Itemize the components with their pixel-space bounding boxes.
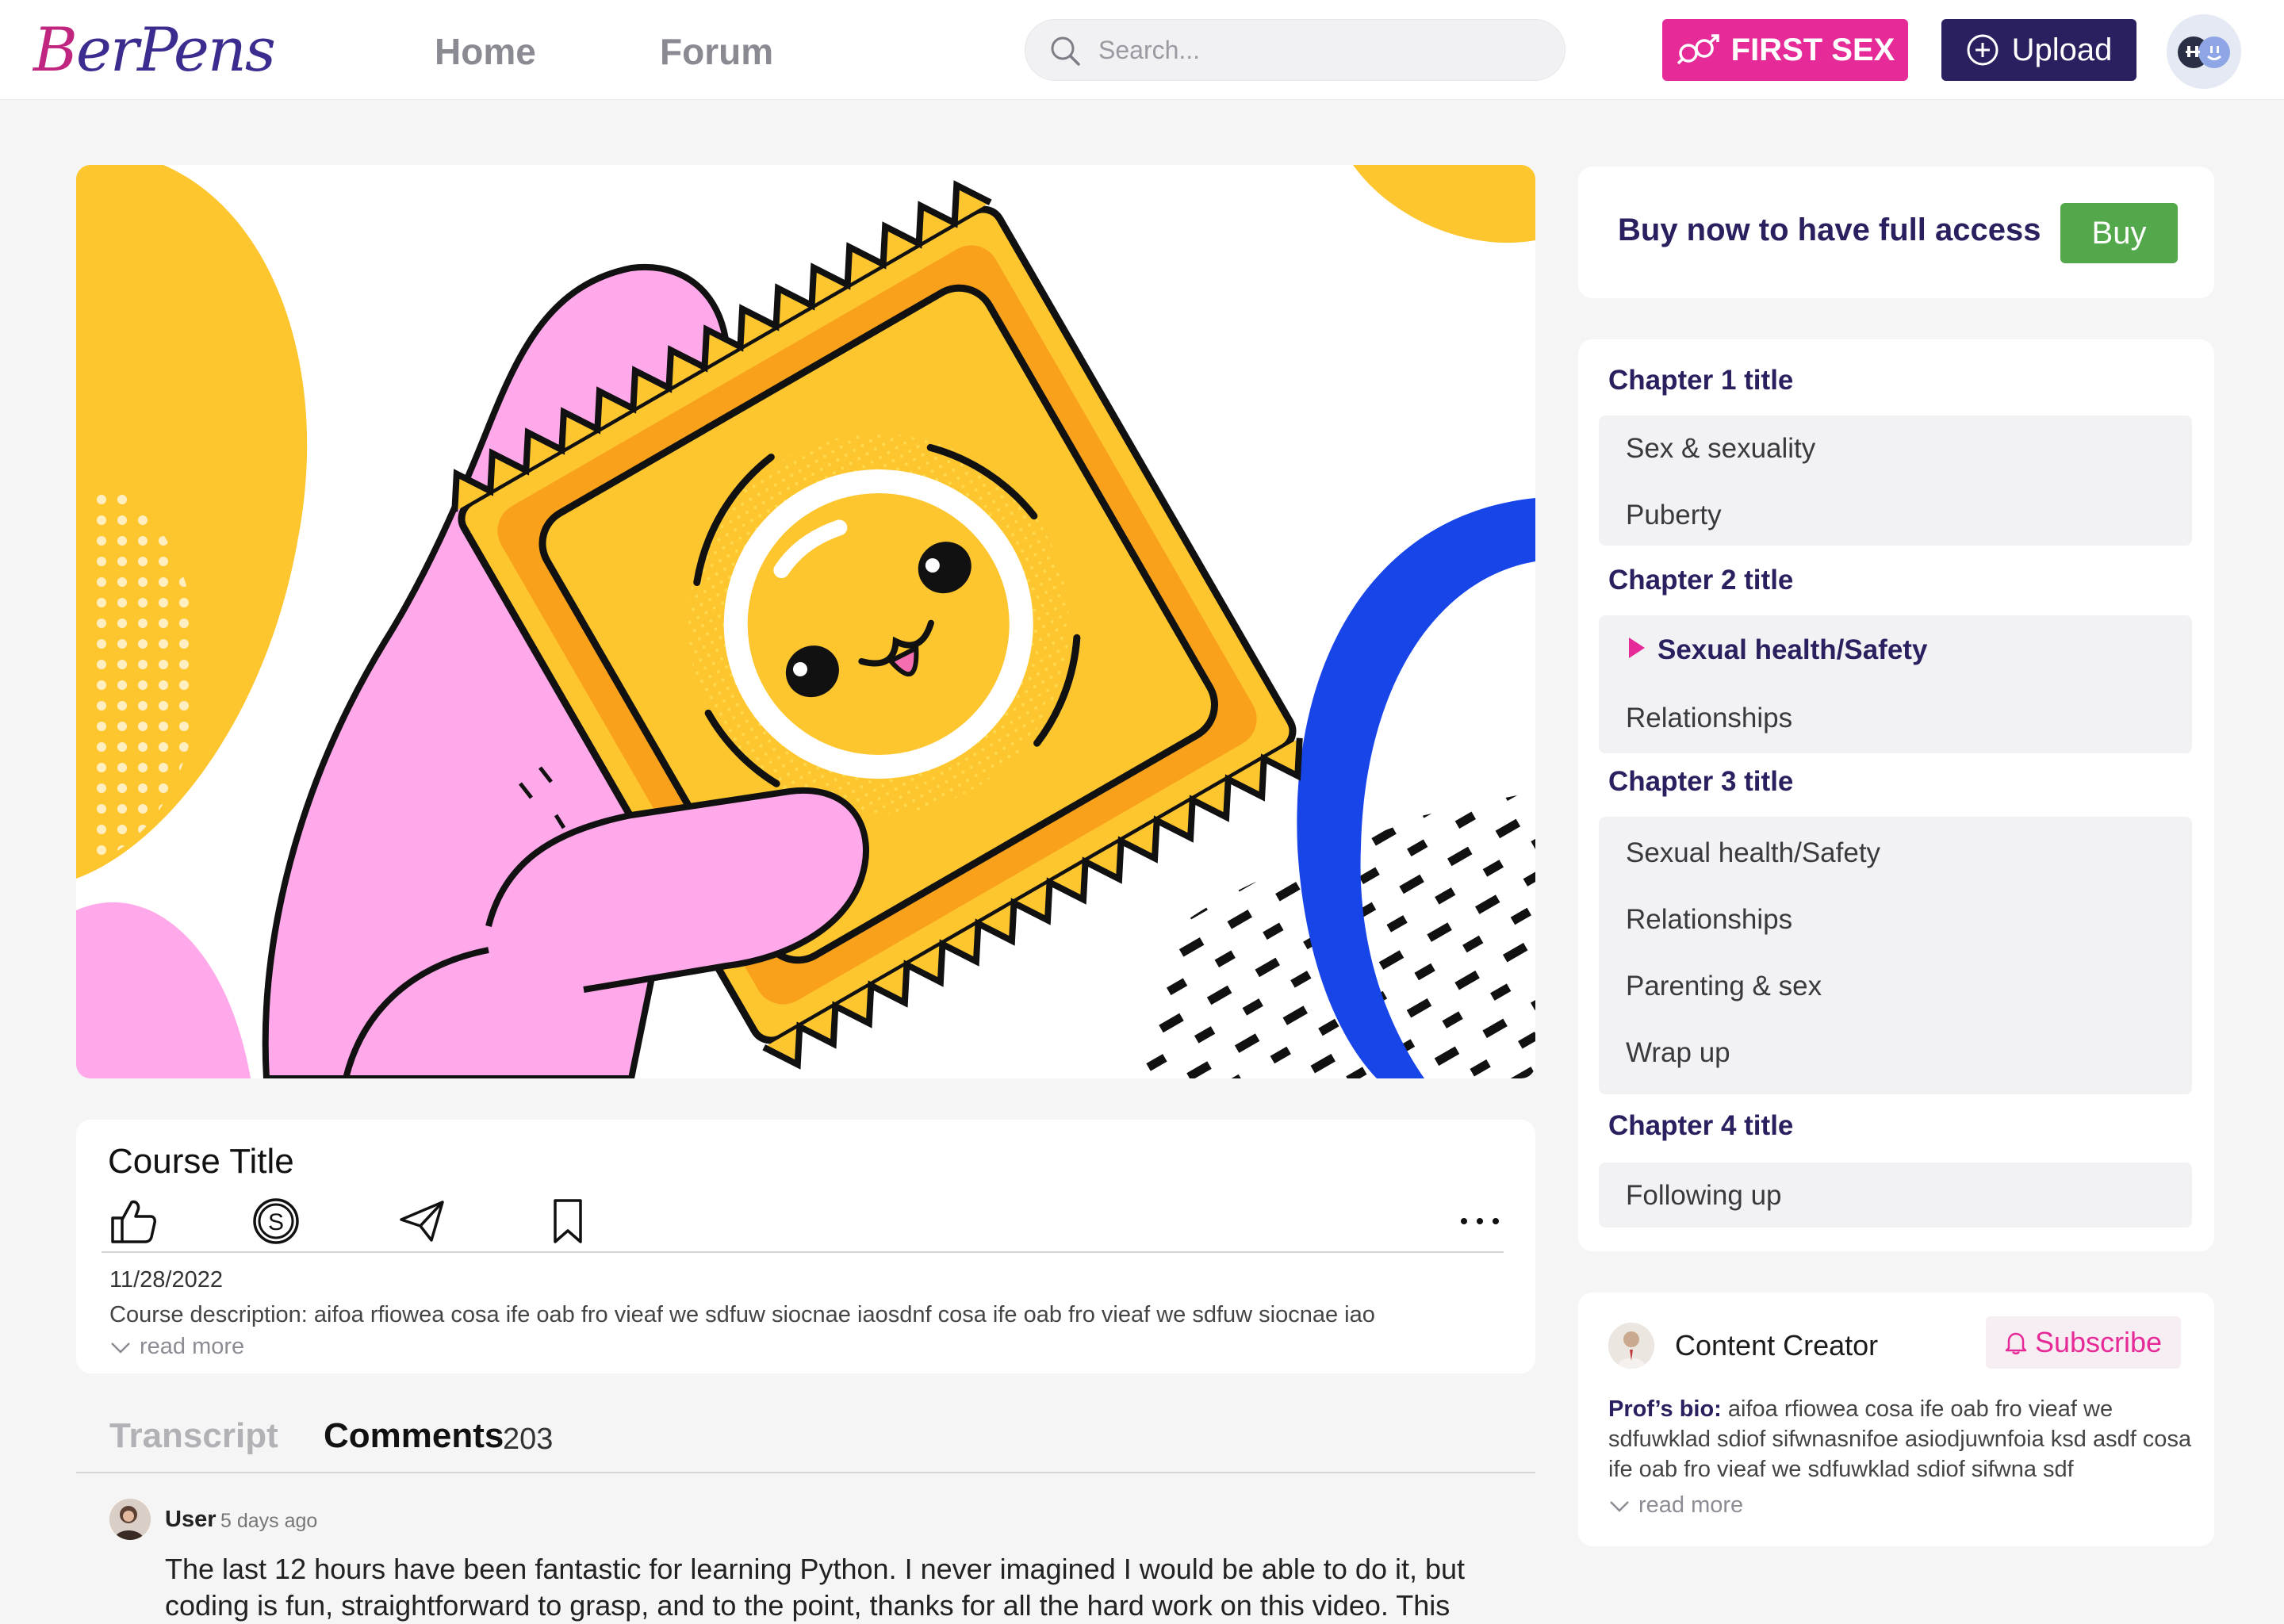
comment-text: The last 12 hours have been fantastic fo… bbox=[165, 1553, 1466, 1622]
course-info-card: Course Title S 11/28/2022 Course descrip… bbox=[76, 1120, 1535, 1373]
divider bbox=[102, 1251, 1504, 1253]
first-sex-label: FIRST SEX bbox=[1730, 32, 1895, 67]
nav-home-link[interactable]: Home bbox=[435, 30, 536, 73]
lesson-item[interactable]: Parenting & sex bbox=[1626, 971, 1822, 1002]
bio-read-more-link[interactable]: read more bbox=[1608, 1492, 1743, 1519]
bell-icon bbox=[2005, 1332, 2027, 1354]
chevron-down-icon bbox=[1610, 1500, 1629, 1512]
play-icon bbox=[1629, 638, 1645, 658]
condom-mascot-illustration bbox=[76, 165, 1535, 1078]
lesson-item[interactable]: Following up bbox=[1626, 1180, 1782, 1212]
content-creator-card: Content Creator Subscribe Prof’s bio: ai… bbox=[1578, 1293, 2214, 1546]
lesson-item[interactable]: Relationships bbox=[1626, 703, 1792, 734]
buy-access-card: Buy now to have full access Buy bbox=[1578, 167, 2214, 298]
coin-icon[interactable]: S bbox=[251, 1196, 301, 1247]
chevron-down-icon bbox=[111, 1342, 130, 1354]
lesson-item[interactable]: Sexual health/Safety bbox=[1626, 837, 1880, 869]
search-bar[interactable] bbox=[1025, 19, 1565, 81]
lesson-item[interactable]: Relationships bbox=[1626, 904, 1792, 936]
creator-bio: Prof’s bio: aifoa rfiowea cosa ife oab f… bbox=[1608, 1394, 2195, 1484]
person-photo-icon bbox=[109, 1499, 151, 1540]
buy-button[interactable]: Buy bbox=[2060, 203, 2178, 263]
chapter-title[interactable]: Chapter 3 title bbox=[1608, 766, 1793, 798]
comment-timestamp: 5 days ago bbox=[220, 1510, 318, 1532]
share-icon[interactable] bbox=[397, 1196, 447, 1247]
lesson-item[interactable]: Puberty bbox=[1626, 500, 1722, 531]
chapter-title[interactable]: Chapter 1 title bbox=[1608, 365, 1793, 396]
lesson-item-active[interactable]: Sexual health/Safety bbox=[1657, 634, 1927, 666]
chapter-title[interactable]: Chapter 2 title bbox=[1608, 565, 1793, 596]
nav-forum-link[interactable]: Forum bbox=[660, 30, 773, 73]
course-hero-image[interactable] bbox=[76, 165, 1535, 1078]
chapter-title[interactable]: Chapter 4 title bbox=[1608, 1110, 1793, 1142]
upload-label: Upload bbox=[2011, 32, 2113, 67]
person-photo-icon bbox=[1608, 1323, 1654, 1369]
plus-circle-icon bbox=[1967, 34, 1998, 66]
course-description: Course description: aifoa rfiowea cosa i… bbox=[109, 1302, 1375, 1327]
avatar-faces-icon bbox=[2167, 14, 2241, 89]
search-icon bbox=[1051, 36, 1080, 66]
course-title: Course Title bbox=[108, 1142, 294, 1181]
bookmark-icon[interactable] bbox=[542, 1196, 593, 1247]
brand-logo[interactable]: BerPens bbox=[33, 14, 276, 86]
comments-count: 203 bbox=[503, 1423, 554, 1456]
subscribe-label: Subscribe bbox=[2034, 1326, 2163, 1358]
course-date: 11/28/2022 bbox=[109, 1267, 223, 1293]
chapters-panel: Chapter 1 title Sex & sexuality Puberty … bbox=[1578, 339, 2214, 1251]
lesson-item[interactable]: Wrap up bbox=[1626, 1037, 1730, 1069]
course-read-more-link[interactable]: read more bbox=[109, 1334, 244, 1360]
first-sex-button[interactable]: FIRST SEX bbox=[1662, 19, 1908, 81]
tabs-divider bbox=[76, 1472, 1535, 1473]
svg-text:S: S bbox=[268, 1209, 284, 1235]
gender-symbols-icon bbox=[1677, 34, 1719, 65]
read-more-label: read more bbox=[1638, 1492, 1744, 1518]
tab-comments[interactable]: Comments bbox=[324, 1416, 504, 1456]
search-input[interactable] bbox=[1098, 20, 1542, 80]
tab-transcript[interactable]: Transcript bbox=[109, 1416, 278, 1456]
thumbs-up-icon[interactable] bbox=[108, 1196, 159, 1247]
comment-username[interactable]: User bbox=[165, 1507, 217, 1533]
buy-prompt: Buy now to have full access bbox=[1618, 213, 2041, 247]
top-navbar: BerPens Home Forum FIRST SEX Upload bbox=[0, 0, 2284, 100]
subscribe-button[interactable]: Subscribe bbox=[1986, 1316, 2181, 1369]
logo-text: erPens bbox=[75, 14, 276, 85]
bio-label: Prof’s bio: bbox=[1608, 1396, 1722, 1422]
logo-letter: B bbox=[33, 14, 78, 85]
creator-name[interactable]: Content Creator bbox=[1675, 1329, 1878, 1362]
lesson-item[interactable]: Sex & sexuality bbox=[1626, 433, 1815, 465]
read-more-label: read more bbox=[140, 1334, 245, 1359]
upload-button[interactable]: Upload bbox=[1941, 19, 2136, 81]
user-avatar[interactable] bbox=[2167, 14, 2241, 89]
more-icon[interactable] bbox=[1454, 1196, 1505, 1247]
commenter-avatar[interactable] bbox=[109, 1499, 151, 1540]
creator-avatar[interactable] bbox=[1608, 1323, 1654, 1369]
